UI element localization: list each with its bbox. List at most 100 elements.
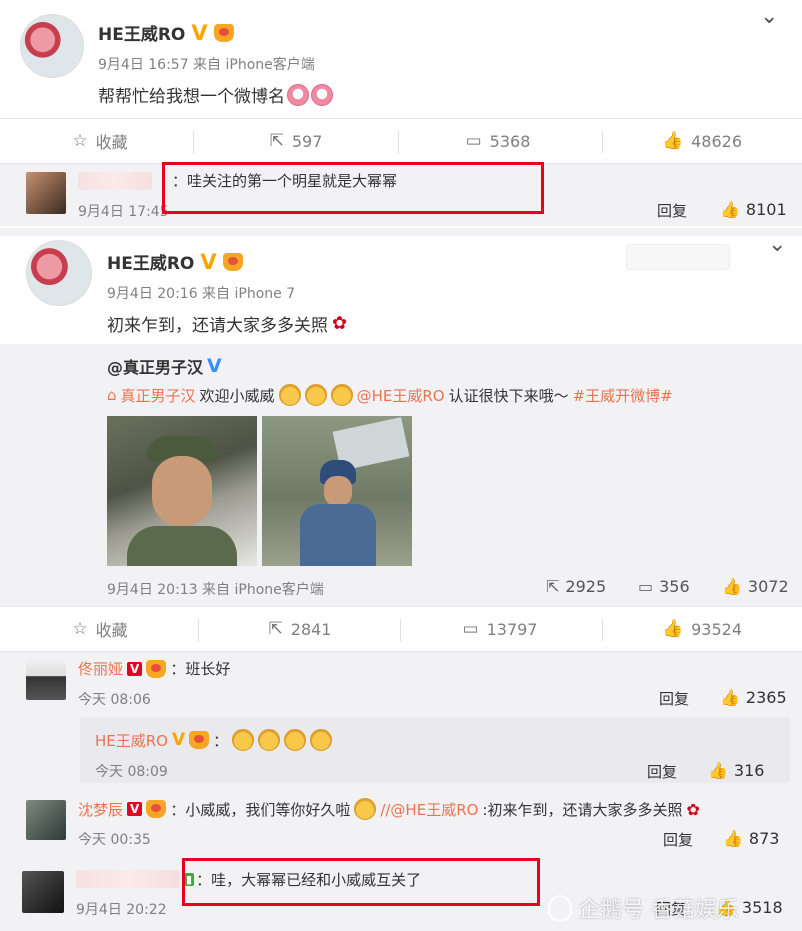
like-button[interactable]: 👍 48626 bbox=[602, 119, 802, 163]
highlight-box bbox=[182, 858, 540, 906]
comment-time: 9月4日 20:22 bbox=[76, 902, 167, 918]
avatar[interactable] bbox=[26, 240, 92, 306]
penguin-icon bbox=[548, 895, 572, 921]
comment-like-button[interactable]: 👍 2365 bbox=[720, 688, 787, 707]
emoji-icon bbox=[311, 83, 333, 106]
comment-text: ： bbox=[213, 731, 229, 750]
chevron-down-icon[interactable]: ⌄ bbox=[768, 232, 786, 257]
comment-button[interactable]: ▭ 5368 bbox=[398, 119, 598, 163]
thumb-up-icon: 👍 bbox=[723, 829, 743, 848]
emoji-icon bbox=[258, 729, 281, 751]
repost-button[interactable]: ⇱ 2841 bbox=[200, 607, 400, 651]
star-icon: ☆ bbox=[72, 619, 88, 639]
repost-icon: ⇱ bbox=[546, 577, 560, 596]
comment-like-button[interactable]: 👍 8101 bbox=[720, 200, 787, 219]
repost-icon: ⇱ bbox=[269, 131, 284, 151]
reply-button[interactable]: 回复 bbox=[657, 200, 687, 221]
hashtag-link[interactable]: #王威开微博# bbox=[573, 385, 673, 406]
reply-button[interactable]: 回复 bbox=[647, 761, 677, 782]
post-meta: 9月4日 20:16 来自 iPhone 7 bbox=[107, 286, 296, 302]
emoji-icon bbox=[232, 729, 255, 751]
emoji-icon bbox=[284, 729, 307, 751]
emoji-icon bbox=[287, 83, 309, 106]
chevron-down-icon[interactable]: ⌄ bbox=[760, 4, 778, 29]
avatar[interactable] bbox=[22, 871, 64, 913]
post-author[interactable]: HE王威RO bbox=[98, 20, 185, 45]
thumb-up-icon: 👍 bbox=[720, 688, 740, 707]
comment-time: 今天 08:06 bbox=[78, 692, 151, 708]
source-link[interactable]: 真正男子汉 bbox=[121, 385, 196, 406]
comment-time: 今天 00:35 bbox=[78, 832, 151, 848]
emoji-icon bbox=[304, 384, 327, 406]
comment-like-button[interactable]: 👍 873 bbox=[723, 829, 779, 848]
comment-username[interactable]: 沈梦辰 bbox=[78, 799, 123, 820]
crown-icon bbox=[189, 731, 210, 749]
avatar[interactable] bbox=[26, 660, 66, 700]
reply-button[interactable]: 回复 bbox=[663, 829, 693, 850]
post-action-bar: ☆ 收藏 ⇱ 2841 ▭ 13797 👍 93524 bbox=[0, 606, 802, 652]
thumb-up-icon: 👍 bbox=[720, 200, 740, 219]
crown-icon bbox=[213, 23, 234, 42]
verified-icon: V bbox=[191, 20, 208, 45]
repost-author[interactable]: @真正男子汉 bbox=[107, 354, 203, 378]
photo-thumbnail[interactable] bbox=[107, 416, 257, 566]
comment-username[interactable]: HE王威RO bbox=[95, 730, 168, 751]
avatar[interactable] bbox=[26, 800, 66, 840]
highlight-box bbox=[162, 162, 544, 214]
reply-button[interactable]: 回复 bbox=[659, 688, 689, 709]
watermark: 企鹅号 香菇娱乐 bbox=[548, 892, 739, 924]
verified-icon: V bbox=[172, 730, 186, 750]
repost-comment-count[interactable]: ▭ 356 bbox=[638, 577, 690, 596]
mention-link[interactable]: //@HE王威RO bbox=[380, 799, 478, 820]
post-author[interactable]: HE王威RO bbox=[107, 249, 194, 274]
comment-username[interactable]: 佟丽娅 bbox=[78, 658, 123, 679]
comment-text: :初来乍到，还请大家多多关照 bbox=[482, 800, 683, 819]
favorite-button[interactable]: ☆ 收藏 bbox=[0, 607, 200, 651]
like-button[interactable]: 👍 93524 bbox=[602, 607, 802, 651]
thumb-up-icon: 👍 bbox=[661, 619, 684, 639]
avatar[interactable] bbox=[20, 14, 84, 78]
repost-button[interactable]: ⇱ 597 bbox=[196, 119, 396, 163]
comment-icon: ▭ bbox=[465, 131, 482, 151]
emoji-icon bbox=[354, 798, 377, 820]
post-action-bar: ☆ 收藏 ⇱ 597 ▭ 5368 👍 48626 bbox=[0, 118, 802, 164]
post-meta: 9月4日 16:57 来自 iPhone客户端 bbox=[98, 57, 315, 73]
comment-like-button[interactable]: 👍 316 bbox=[708, 761, 764, 780]
blurred-username bbox=[76, 870, 180, 888]
photo-thumbnail[interactable] bbox=[262, 416, 412, 566]
repost-like-count[interactable]: 👍 3072 bbox=[722, 577, 789, 596]
comment-icon: ▭ bbox=[462, 619, 479, 639]
crown-icon bbox=[222, 252, 243, 271]
emoji-icon bbox=[278, 384, 301, 406]
repost-text: 认证很快下来哦～ bbox=[448, 386, 569, 405]
verified-icon: V bbox=[127, 661, 143, 676]
rose-icon: ✿ bbox=[686, 799, 700, 819]
favorite-button[interactable]: ☆ 收藏 bbox=[0, 119, 200, 163]
repost-text: 欢迎小威威 bbox=[199, 386, 275, 405]
post-text: 帮帮忙给我想一个微博名 bbox=[98, 87, 285, 107]
comment-text: ：班长好 bbox=[170, 660, 231, 678]
source-icon: ⌂ bbox=[107, 386, 117, 404]
mention-link[interactable]: @HE王威RO bbox=[357, 385, 445, 406]
comment-text: ：小威威，我们等你好久啦 bbox=[170, 800, 351, 819]
repost-repost-count[interactable]: ⇱ 2925 bbox=[546, 577, 606, 596]
thumb-up-icon: 👍 bbox=[708, 761, 728, 780]
verified-icon: V bbox=[127, 802, 143, 816]
blurred-username bbox=[78, 172, 152, 190]
avatar[interactable] bbox=[26, 172, 66, 214]
crown-icon bbox=[146, 800, 167, 818]
comment-button[interactable]: ▭ 13797 bbox=[400, 607, 600, 651]
rose-icon: ✿ bbox=[332, 313, 348, 334]
thumb-up-icon: 👍 bbox=[722, 577, 742, 596]
follow-button[interactable] bbox=[626, 244, 730, 270]
verified-icon: V bbox=[200, 249, 217, 274]
verified-icon: V bbox=[207, 355, 222, 377]
comment-time: 今天 08:09 bbox=[95, 764, 168, 780]
repost-meta: 9月4日 20:13 来自 iPhone客户端 bbox=[107, 582, 324, 598]
crown-icon bbox=[146, 659, 167, 678]
thumb-up-icon: 👍 bbox=[661, 131, 684, 151]
post-text: 初来乍到，还请大家多多关照 bbox=[107, 316, 328, 336]
star-icon: ☆ bbox=[72, 131, 88, 151]
emoji-icon bbox=[310, 729, 333, 751]
comment-icon: ▭ bbox=[638, 577, 654, 596]
